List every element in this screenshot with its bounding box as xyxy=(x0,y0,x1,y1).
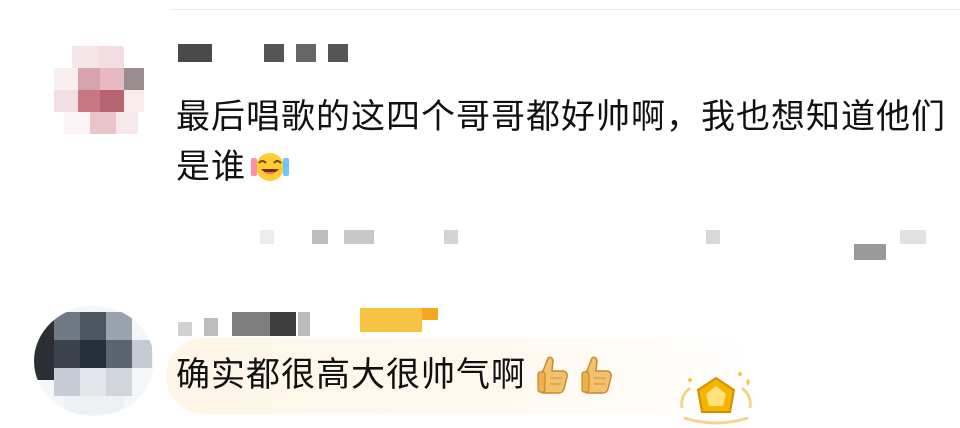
comment-text: 确实都很高大很帅气啊 xyxy=(176,350,736,400)
crown-gem-badge-icon xyxy=(680,372,752,425)
comment-thread: 最后唱歌的这四个哥哥都好帅啊，我也想知道他们是谁 确实都很高大很帅气啊 xyxy=(0,0,960,428)
laughing-crying-emoji-icon xyxy=(251,153,289,181)
thumbs-up-icon xyxy=(581,356,612,394)
divider xyxy=(170,9,960,10)
comment-meta-blurred xyxy=(260,226,960,260)
avatar[interactable] xyxy=(34,306,154,416)
comment-body: 确实都很高大很帅气啊 xyxy=(176,355,526,395)
avatar[interactable] xyxy=(34,40,154,150)
thumbs-up-icon xyxy=(537,356,568,394)
comment-body: 最后唱歌的这四个哥哥都好帅啊，我也想知道他们是谁 xyxy=(176,97,946,187)
username-blurred[interactable] xyxy=(178,308,458,340)
comment-text: 最后唱歌的这四个哥哥都好帅啊，我也想知道他们是谁 xyxy=(176,92,946,192)
username-blurred[interactable] xyxy=(178,44,368,64)
